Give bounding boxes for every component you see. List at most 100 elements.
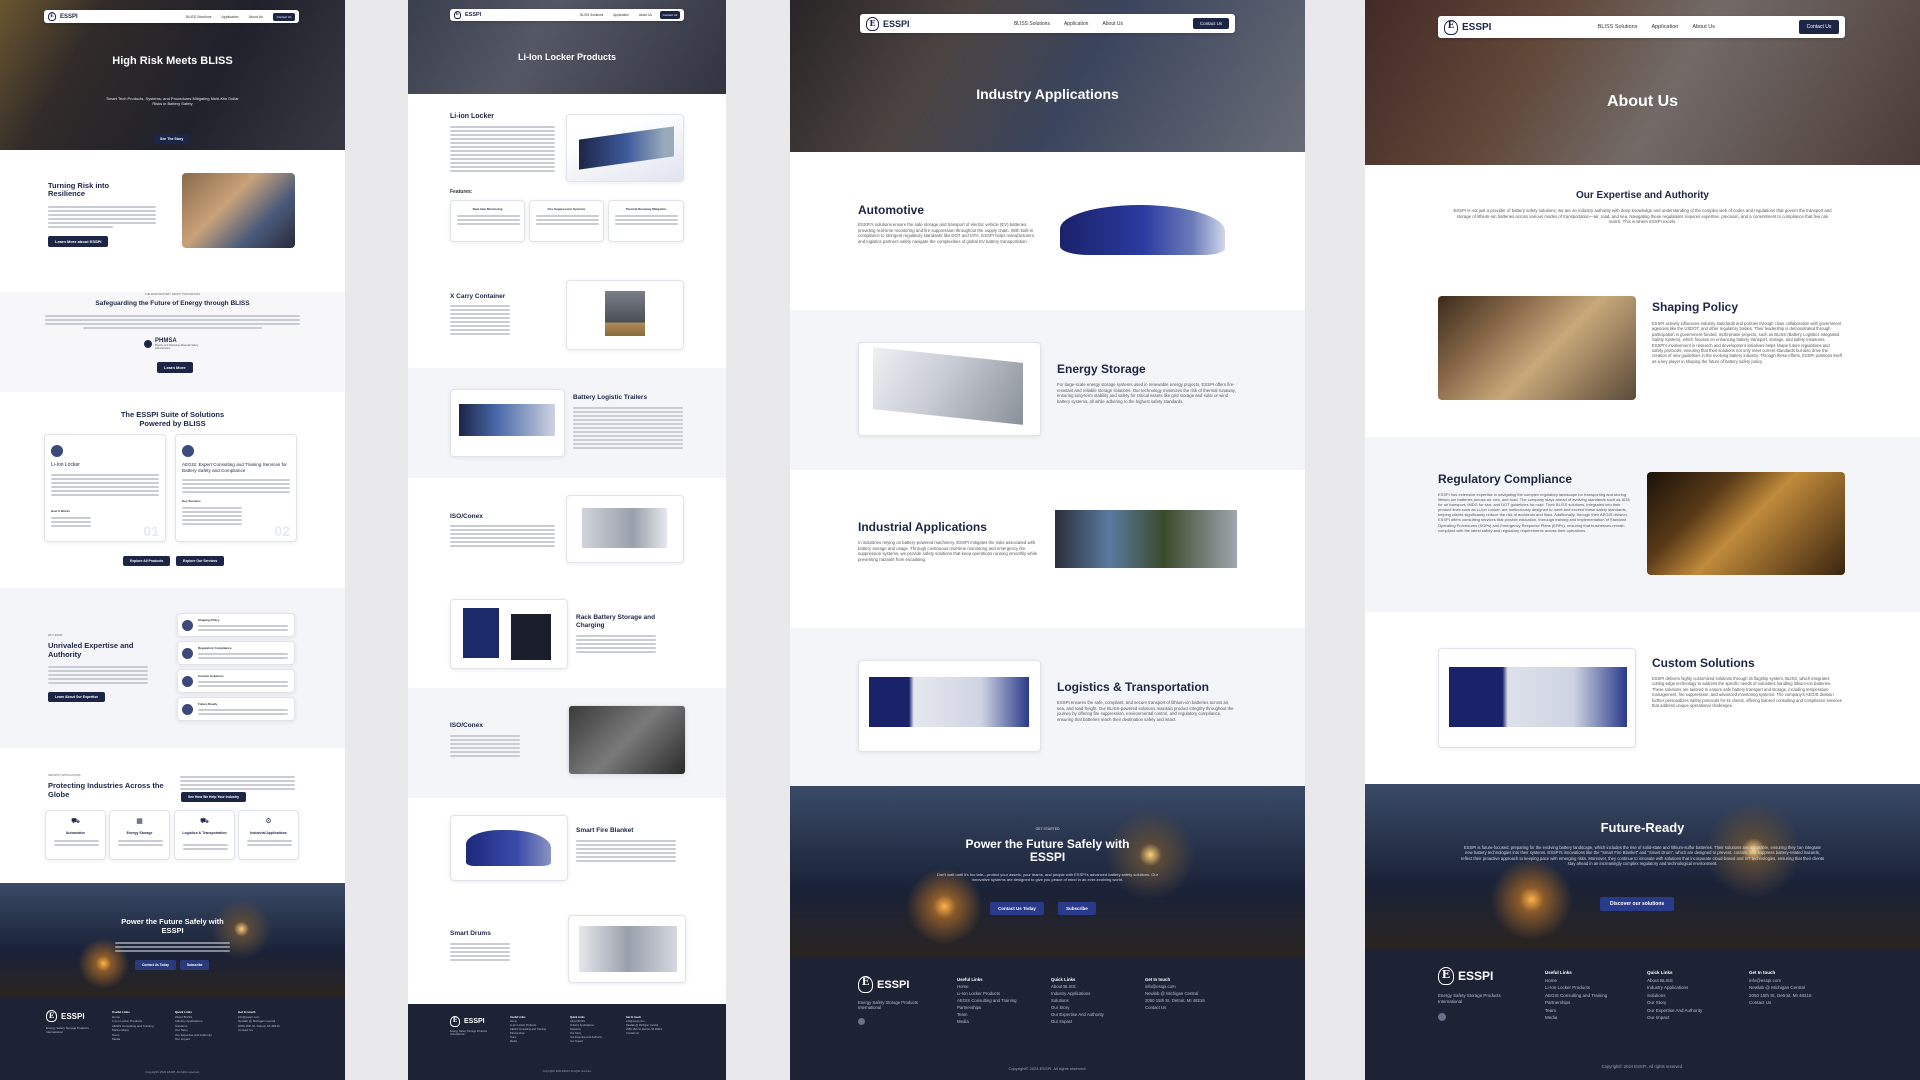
about-hero-title: About Us: [1606, 93, 1679, 110]
learn-more-button[interactable]: Learn More: [157, 362, 193, 373]
contact-button[interactable]: Contact Us: [1799, 20, 1839, 34]
product-title-isoconex-2: ISO/Conex: [450, 722, 483, 729]
nav-item-application[interactable]: Application: [221, 15, 238, 19]
truck-icon: ⛟: [200, 818, 209, 825]
app-title-energy: Energy Storage: [1057, 362, 1146, 376]
applications-cta-body: Don't wait until it's too late—protect y…: [936, 872, 1159, 883]
app-body-industrial: In industries relying on battery-powered…: [858, 540, 1038, 562]
footer-logo[interactable]: E ESSPI: [46, 1010, 85, 1022]
learn-expertise-button[interactable]: Learn About Our Expertise: [48, 692, 106, 702]
learn-about-esspi-button[interactable]: Learn More about ESSPI: [48, 236, 109, 247]
custom-solutions-image: [1438, 648, 1636, 748]
locker-icon: [51, 445, 63, 457]
product-image-locker: [566, 114, 684, 182]
risk-title: Turning Risk into Resilience: [48, 181, 110, 198]
nav-item-solutions[interactable]: BLISS Solutions: [1598, 24, 1638, 30]
expertise-item-custom: Custom Solutions: [177, 669, 295, 693]
product-image-trailers: [450, 389, 565, 457]
features-label: Features:: [450, 189, 473, 195]
app-title-automotive: Automotive: [858, 203, 924, 217]
industries-kicker: INDUSTRY APPLICATIONS: [48, 774, 81, 777]
home-footer: E ESSPI Energy Safety Storage Products In…: [0, 998, 345, 1080]
suite-title: The ESSPI Suite of Solutions Powered by …: [120, 410, 225, 428]
product-title-locker: Li-ion Locker: [450, 113, 494, 120]
industry-help-button[interactable]: See How We Help Your Industry: [181, 792, 247, 802]
nav-item-about[interactable]: About Us: [1102, 21, 1123, 27]
expertise-kicker: WHY ESSPI: [48, 634, 63, 637]
about-title-custom: Custom Solutions: [1652, 656, 1755, 670]
footer-logo-icon: E: [858, 976, 873, 993]
footer-logo-icon: E: [1438, 967, 1454, 985]
nav-item-solutions[interactable]: BLISS Solutions: [1014, 21, 1050, 27]
industries-title: Protecting Industries Across the Globe: [48, 781, 164, 799]
product-title-trailers: Battery Logistic Trailers: [573, 394, 648, 401]
phmsa-icon: [144, 340, 152, 348]
linkedin-icon[interactable]: [858, 1018, 865, 1025]
product-title-isoconex-1: ISO/Conex: [450, 513, 483, 520]
expertise-title: Our Expertise and Authority: [1576, 190, 1709, 201]
apps-subscribe-button[interactable]: Subscribe: [1058, 902, 1096, 915]
app-title-industrial: Industrial Applications: [858, 520, 987, 534]
expertise-item-compliance: Regulatory Compliance: [177, 641, 295, 665]
industry-card-industrial[interactable]: ⚙ Industrial Applications: [238, 810, 299, 860]
about-body-policy: ESSPI actively influences industry stand…: [1652, 321, 1842, 364]
product-image-blanket: [450, 815, 568, 881]
risk-body: [48, 204, 156, 230]
home-cta-title: Power the Future Safely with ESSPI: [121, 917, 224, 935]
about-title-compliance: Regulatory Compliance: [1438, 472, 1573, 486]
industry-card-automotive[interactable]: ⛟ Automotive: [45, 810, 106, 860]
suite-card-locker[interactable]: Li-Ion Locker How It Works 01: [44, 434, 166, 542]
safeguard-title: Safeguarding the Future of Energy throug…: [95, 300, 250, 307]
contact-button[interactable]: Contact Us: [273, 12, 295, 21]
factory-icon: ⚙: [265, 818, 272, 825]
car-icon: ⛟: [71, 818, 80, 825]
nav-item-application[interactable]: Application: [1064, 21, 1088, 27]
consulting-icon: [182, 445, 194, 457]
home-subscribe-button[interactable]: Subscribe: [180, 960, 210, 970]
industry-card-energy[interactable]: ▦ Energy Storage: [109, 810, 170, 860]
phmsa-logo: PHMSA Pipeline and Hazardous Materials Sa…: [144, 338, 205, 350]
car-cover-image: [1060, 205, 1225, 255]
app-body-automotive: ESSPI's solutions ensure the safe storag…: [858, 222, 1035, 244]
nav-item-application[interactable]: Application: [1651, 24, 1678, 30]
product-title-rack: Rack Battery Storage and Charging: [576, 614, 656, 629]
hero-subtitle: Smart Tech Products, Systems, and Proced…: [106, 96, 239, 106]
linkedin-icon[interactable]: [1438, 1013, 1446, 1021]
battery-icon: ▦: [136, 818, 143, 825]
product-image-xcarry: [566, 280, 684, 350]
future-icon: [182, 704, 193, 715]
nav-item-about[interactable]: About Us: [1692, 24, 1715, 30]
energy-storage-image: [858, 342, 1041, 436]
future-title: Future-Ready: [1600, 820, 1685, 835]
logo[interactable]: E ESSPI: [48, 12, 78, 21]
discover-solutions-button[interactable]: Discover our solutions: [1600, 897, 1675, 911]
nav-item-solutions[interactable]: BLISS Solutions: [186, 15, 211, 19]
logo-mark-icon: E: [48, 12, 56, 21]
applications-nav: E ESSPI BLISS Solutions Application About U…: [860, 14, 1235, 33]
footer-logo-icon: E: [46, 1010, 57, 1022]
home-hero: E ESSPI BLISS Solutions Application About U…: [0, 0, 345, 150]
suite-card-aegis[interactable]: AEGIS: Expert Consulting and Training Se…: [175, 434, 297, 542]
industry-card-logistics[interactable]: ⛟ Logistics & Transportation: [174, 810, 235, 860]
footer-logo[interactable]: E ESSPI: [1438, 967, 1493, 985]
app-body-energy: For large-scale energy storage systems u…: [1057, 382, 1236, 404]
explore-products-button[interactable]: Explore All Products: [123, 556, 171, 566]
explore-services-button[interactable]: Explore Our Services: [176, 556, 225, 566]
home-page-preview: E ESSPI BLISS Solutions Application About U…: [0, 0, 345, 1080]
app-title-logistics: Logistics & Transportation: [1057, 680, 1210, 694]
app-body-logistics: ESSPI ensures the safe, compliant, and s…: [1057, 700, 1234, 722]
about-title-policy: Shaping Policy: [1652, 300, 1739, 314]
product-title-drums: Smart Drums: [450, 930, 491, 937]
policy-icon: [182, 620, 193, 631]
applications-cta-title: Power the Future Safely with ESSPI: [965, 837, 1130, 864]
logo-mark-icon: E: [866, 16, 879, 31]
apps-contact-button[interactable]: Contact Us Today: [990, 902, 1044, 915]
footer-logo[interactable]: E ESSPI: [858, 976, 909, 993]
expertise-item-policy: Shaping Policy: [177, 613, 295, 637]
nav-item-about[interactable]: About Us: [249, 15, 263, 19]
about-hero: E ESSPI BLISS Solutions Application About U…: [1365, 0, 1920, 165]
see-story-button[interactable]: See The Story: [153, 134, 191, 144]
contact-button[interactable]: Contact Us: [1193, 18, 1229, 29]
team-photo: [182, 173, 295, 248]
home-contact-button[interactable]: Contact Us Today: [135, 960, 176, 970]
